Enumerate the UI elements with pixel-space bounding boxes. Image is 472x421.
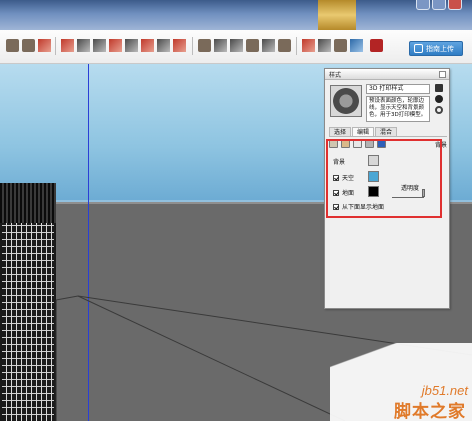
panel-title: 样式 xyxy=(325,69,449,80)
panel-title-text: 样式 xyxy=(329,71,342,79)
watermark-site: jb51.net xyxy=(421,383,468,398)
style-name-field[interactable]: 3D 打印样式 xyxy=(366,84,430,94)
style-thumbnail xyxy=(330,85,362,117)
panel-close-button[interactable] xyxy=(439,71,446,78)
highlight-box xyxy=(326,139,442,218)
refresh-icon[interactable] xyxy=(435,106,443,114)
create-style-icon[interactable] xyxy=(435,84,443,92)
style-description-field[interactable]: 预设表面颜色，轮廓边线，显示天空和背景颜色，用于3D打印模型。 xyxy=(366,96,430,122)
style-actions xyxy=(435,84,445,117)
watermark-name: 脚本之家 xyxy=(394,402,466,421)
update-style-icon[interactable] xyxy=(435,95,443,103)
site-watermark: jb51.net 脚本之家 xyxy=(330,343,472,421)
